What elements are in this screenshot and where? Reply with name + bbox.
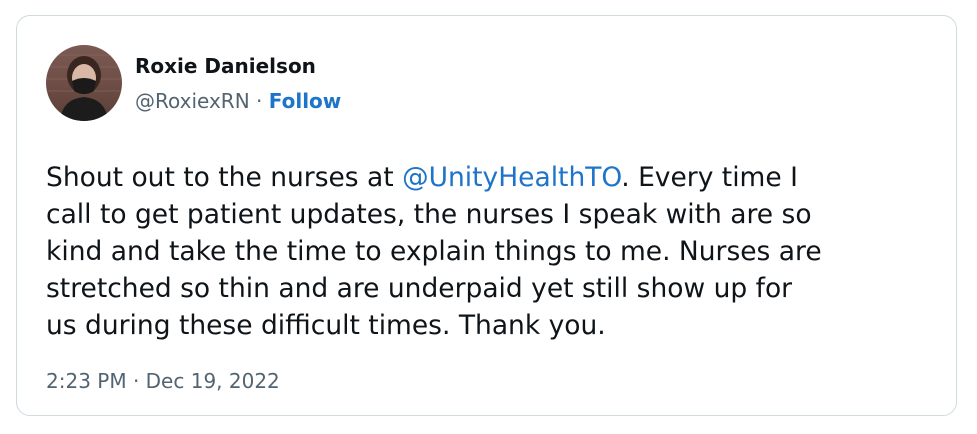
tweet-text-segment: Shout out to the nurses at — [46, 162, 403, 193]
author-identity: Roxie Danielson @RoxiexRN · Follow — [135, 53, 341, 114]
tweet-text-line-2: call to get patient updates, the nurses … — [46, 199, 812, 230]
author-handle[interactable]: @RoxiexRN — [135, 89, 250, 113]
tweet-text-line-1: Shout out to the nurses at @UnityHealthT… — [46, 159, 946, 196]
mention-link[interactable]: @UnityHealthTO — [402, 162, 621, 193]
follow-button[interactable]: Follow — [269, 89, 342, 113]
tweet-text-line-4: stretched so thin and are underpaid yet … — [46, 273, 793, 304]
tweet-text-line-3: kind and take the time to explain things… — [46, 236, 822, 267]
tweet-text: Shout out to the nurses at @UnityHealthT… — [46, 159, 946, 344]
tweet-card: Roxie Danielson @RoxiexRN · Follow Shout… — [16, 15, 957, 416]
tweet-header: Roxie Danielson @RoxiexRN · Follow — [46, 43, 341, 123]
tweet-timestamp[interactable]: 2:23 PM · Dec 19, 2022 — [46, 368, 280, 394]
avatar[interactable] — [46, 45, 122, 121]
separator-dot: · — [249, 88, 269, 113]
tweet-text-segment: . Every time I — [621, 162, 798, 193]
author-display-name[interactable]: Roxie Danielson — [135, 53, 341, 79]
handle-row: @RoxiexRN · Follow — [135, 88, 341, 114]
avatar-photo-icon — [46, 45, 122, 121]
tweet-text-line-5: us during these difficult times. Thank y… — [46, 310, 606, 341]
